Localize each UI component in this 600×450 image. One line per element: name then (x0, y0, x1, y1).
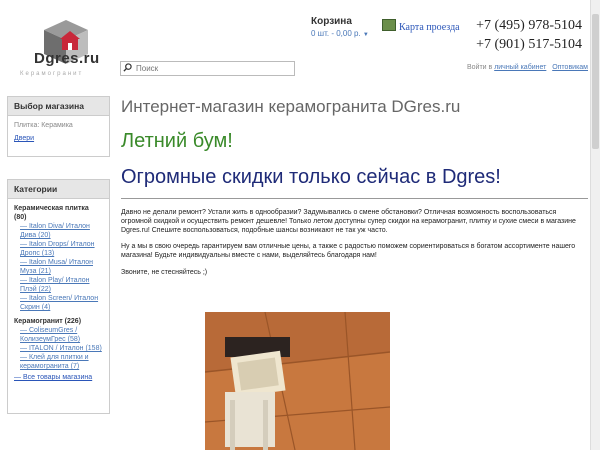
category-item[interactable]: — Italon Musa/ Италон Муза (21) (20, 258, 103, 276)
map-icon (382, 19, 396, 31)
phone-2: +7 (901) 517-5104 (476, 37, 582, 52)
paragraph-3: Звоните, не стесняйтесь ;) (121, 269, 208, 276)
category-item[interactable]: — Клей для плитки и керамогранита (7) (20, 353, 103, 371)
cabinet-link[interactable]: личный кабинет (494, 64, 546, 71)
login-area: Войти в личный кабинет Оптовикам (467, 64, 588, 71)
store-panel: Выбор магазина Плитка: Керамика Двери (7, 96, 110, 157)
cart-value: 0 шт. - 0,00 р. (311, 29, 361, 38)
store-panel-title: Выбор магазина (8, 97, 109, 116)
all-products-link[interactable]: — Все товары магазина (14, 374, 92, 381)
promo-green-heading: Летний бум! (121, 130, 233, 152)
categories-panel: Категории Керамическая плитка (80) — Ita… (7, 179, 110, 414)
map-link[interactable]: Карта проезда (382, 19, 460, 33)
category-group-name: Керамогранит (226) (14, 318, 82, 325)
login-prefix: Войти в (466, 64, 493, 71)
wholesale-link[interactable]: Оптовикам (552, 64, 588, 71)
category-item[interactable]: — Italon Play/ Италон Плэй (22) (20, 276, 103, 294)
category-item[interactable]: — ITALON / Италон (158) (20, 344, 103, 353)
category-item[interactable]: — Italon Diva/ Италон Дива (20) (20, 222, 103, 240)
logo-subtitle: Керамогранит (20, 71, 84, 77)
category-group-name: Керамическая плитка (80) (14, 205, 89, 221)
page-title: Интернет-магазин керамогранита DGres.ru (121, 97, 461, 116)
promo-photo (205, 312, 390, 450)
map-link-label: Карта проезда (399, 22, 460, 33)
paragraph-2: Ну а мы в свою очередь гарантируем вам о… (121, 243, 576, 259)
cart-dropdown[interactable]: 0 шт. - 0,00 р. ▼ (311, 29, 369, 38)
phone-1: +7 (495) 978-5104 (476, 18, 582, 33)
divider (121, 198, 588, 199)
search-input[interactable] (136, 61, 294, 76)
category-group-porcelain: Керамогранит (226) — ColiseumGres / Коли… (8, 312, 109, 371)
paragraph-1: Давно не делали ремонт? Устали жить в од… (121, 209, 576, 234)
store-current: Плитка: Керамика (14, 122, 73, 129)
promo-blue-heading: Огромные скидки только сейчас в Dgres! (121, 166, 501, 188)
chevron-down-icon: ▼ (362, 32, 369, 38)
search-icon[interactable] (123, 63, 132, 72)
cart-title[interactable]: Корзина (311, 16, 352, 27)
category-item[interactable]: — Italon Screen/ Италон Скрин (4) (20, 294, 103, 312)
category-group-ceramic: Керамическая плитка (80) — Italon Diva/ … (8, 199, 109, 312)
store-link-doors[interactable]: Двери (14, 135, 34, 142)
scrollbar-thumb[interactable] (592, 14, 599, 149)
category-item[interactable]: — ColiseumGres / КолизеумГрес (58) (20, 326, 103, 344)
categories-title: Категории (8, 180, 109, 199)
category-item[interactable]: — Italon Drops/ Италон Дропс (13) (20, 240, 103, 258)
logo-text[interactable]: Dgres.ru (34, 50, 100, 67)
